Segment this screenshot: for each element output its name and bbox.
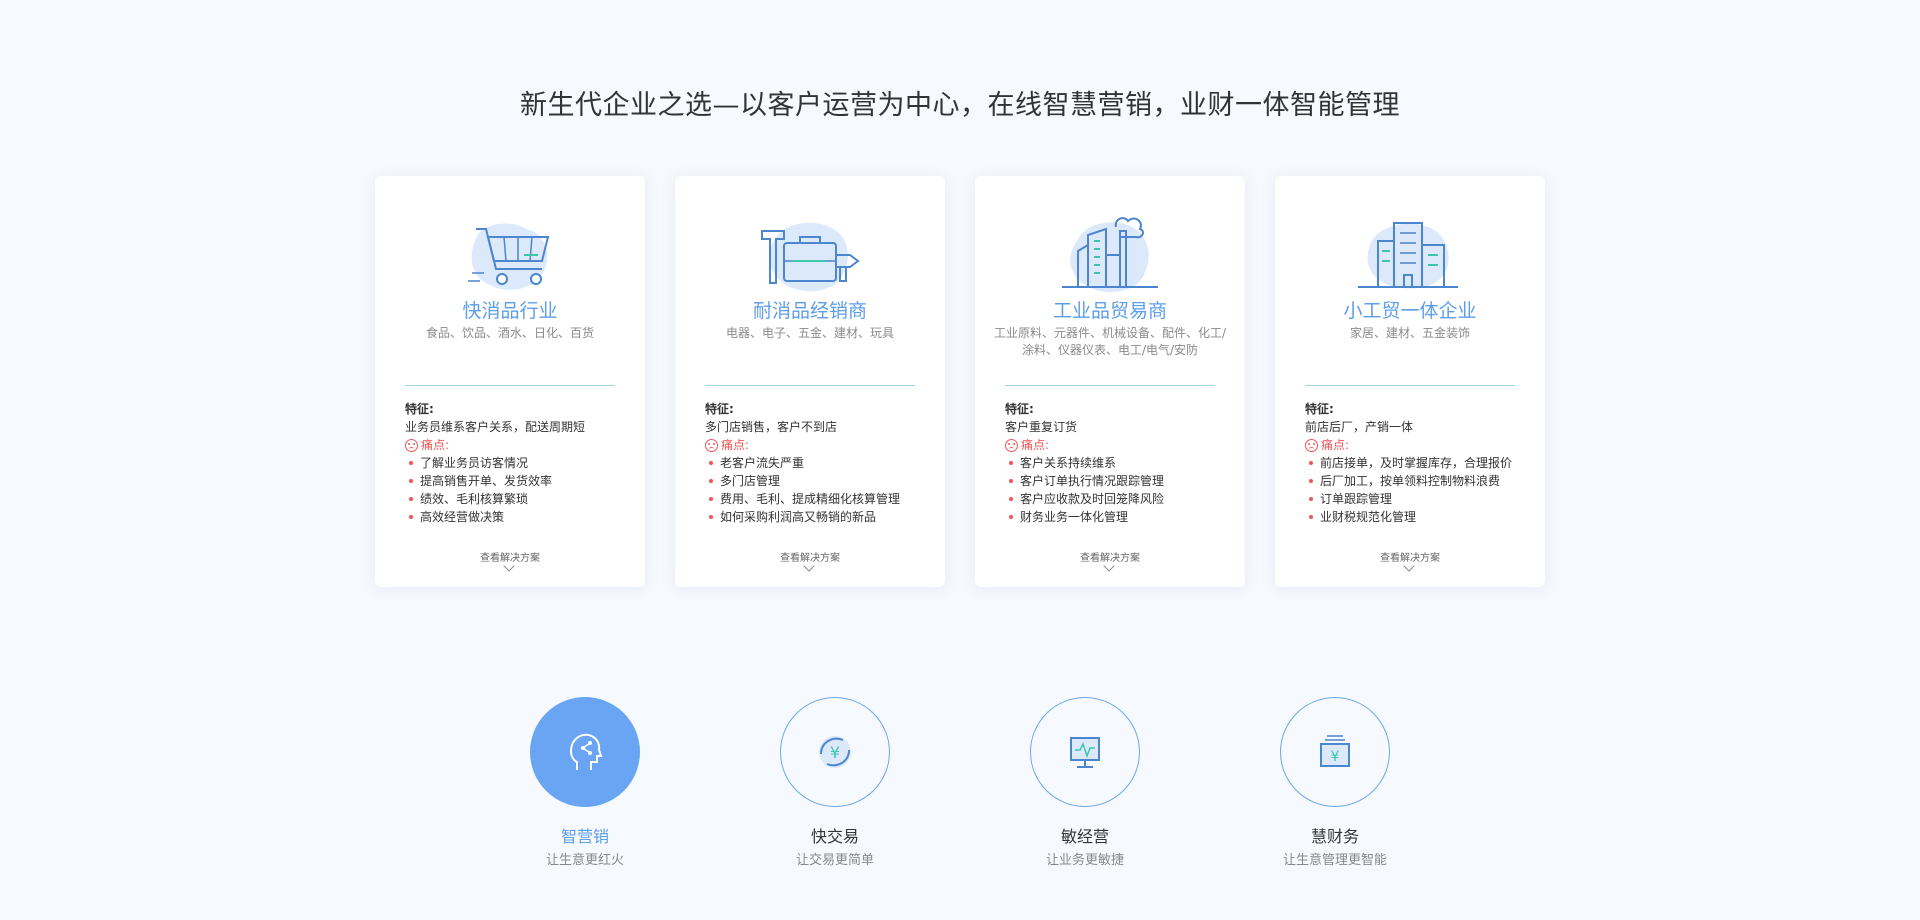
feature-subtitle: 让生意管理更智能 — [1282, 853, 1387, 868]
tools-icon — [761, 222, 860, 292]
pain-item: 如何采购利润高又畅销的新品 — [705, 508, 935, 526]
monitor-pulse-icon — [1070, 737, 1100, 768]
card-divider — [1305, 385, 1515, 386]
svg-text:¥: ¥ — [830, 743, 840, 762]
pain-item: 绩效、毛利核算繁琐 — [405, 490, 635, 508]
card-title: 小工贸一体企业 — [1343, 300, 1477, 322]
svg-text:¥: ¥ — [1331, 749, 1340, 765]
feature-text: 前店后厂，产销一体 — [1305, 420, 1414, 434]
card-divider — [705, 385, 915, 386]
sad-face-icon — [405, 438, 418, 452]
pain-item: 费用、毛利、提成精细化核算管理 — [705, 490, 935, 508]
pain-heading-label: 痛点: — [1021, 438, 1050, 452]
pain-item: 业财税规范化管理 — [1305, 508, 1535, 526]
card-subtitle: 工业原料、元器件、机械设备、配件、化工/涂料、仪器仪表、电工/电气/安防 — [993, 326, 1227, 357]
feature-subtitle: 让生意更红火 — [545, 853, 624, 868]
sad-face-icon — [1305, 438, 1318, 452]
feature-agile-operation[interactable]: 敏经营 让业务更敏捷 — [1000, 697, 1170, 870]
pain-item: 客户应收款及时回笼降风险 — [1005, 490, 1235, 508]
card-title: 快消品行业 — [462, 300, 558, 322]
card-body: 特征: 前店后厂，产销一体 痛点: 前店接单，及时掌握库存，合理报价 后厂加工，… — [1305, 400, 1535, 526]
feature-subtitle: 让交易更简单 — [795, 853, 874, 868]
feature-smart-marketing[interactable]: 智营销 让生意更红火 — [500, 697, 670, 870]
feature-subtitle: 让业务更敏捷 — [1045, 853, 1124, 868]
feature-heading: 特征: — [1305, 402, 1334, 416]
feature-circle[interactable] — [1030, 697, 1140, 807]
pain-heading: 痛点: — [705, 436, 935, 454]
pain-item: 了解业务员访客情况 — [405, 454, 635, 472]
feature-circle[interactable]: ¥ — [1280, 697, 1390, 807]
pain-heading: 痛点: — [1005, 436, 1235, 454]
pain-item: 多门店管理 — [705, 472, 935, 490]
wallet-yuan-icon: ¥ — [1320, 735, 1350, 767]
feature-title: 敏经营 — [1060, 827, 1109, 846]
shopping-cart-icon — [468, 223, 550, 290]
feature-smart-finance[interactable]: ¥ 慧财务 让生意管理更智能 — [1250, 697, 1420, 870]
industry-card-durables: 耐消品经销商 电器、电子、五金、建材、玩具 特征: 多门店销售，客户不到店 痛点… — [675, 176, 945, 587]
card-subtitle: 电器、电子、五金、建材、玩具 — [725, 326, 894, 340]
pain-list: 前店接单，及时掌握库存，合理报价 后厂加工，按单领料控制物料浪费 订单跟踪管理 … — [1305, 454, 1535, 526]
feature-fast-trade[interactable]: ¥ 快交易 让交易更简单 — [750, 697, 920, 870]
pain-item: 高效经营做决策 — [405, 508, 635, 526]
industry-card-fmcg: 快消品行业 食品、饮品、酒水、日化、百货 特征: 业务员维系客户关系，配送周期短… — [375, 176, 645, 587]
pain-item: 客户订单执行情况跟踪管理 — [1005, 472, 1235, 490]
pain-list: 客户关系持续维系 客户订单执行情况跟踪管理 客户应收款及时回笼降风险 财务业务一… — [1005, 454, 1235, 526]
feature-heading: 特征: — [405, 402, 434, 416]
pain-item: 提高销售开单、发货效率 — [405, 472, 635, 490]
feature-text: 客户重复订货 — [1005, 420, 1078, 434]
card-subtitle: 食品、饮品、酒水、日化、百货 — [425, 326, 594, 340]
card-body: 特征: 客户重复订货 痛点: 客户关系持续维系 客户订单执行情况跟踪管理 客户应… — [1005, 400, 1235, 526]
pain-heading-label: 痛点: — [721, 438, 750, 452]
page-headline: 新生代企业之选—以客户运营为中心，在线智慧营销，业财一体智能管理 — [520, 90, 1400, 121]
pain-list: 老客户流失严重 多门店管理 费用、毛利、提成精细化核算管理 如何采购利润高又畅销… — [705, 454, 935, 526]
pain-item: 财务业务一体化管理 — [1005, 508, 1235, 526]
feature-title: 智营销 — [560, 827, 609, 846]
factory-icon — [1062, 217, 1158, 292]
feature-text: 业务员维系客户关系，配送周期短 — [405, 420, 586, 434]
feature-heading: 特征: — [705, 402, 734, 416]
pain-item: 后厂加工，按单领料控制物料浪费 — [1305, 472, 1535, 490]
pain-heading: 痛点: — [1305, 436, 1535, 454]
pain-item: 订单跟踪管理 — [1305, 490, 1535, 508]
card-title: 耐消品经销商 — [752, 300, 867, 322]
card-title: 工业品贸易商 — [1052, 300, 1167, 322]
pain-heading: 痛点: — [405, 436, 635, 454]
industry-card-small-enterprise: 小工贸一体企业 家居、建材、五金装饰 特征: 前店后厂，产销一体 痛点: 前店接… — [1275, 176, 1545, 587]
pain-list: 了解业务员访客情况 提高销售开单、发货效率 绩效、毛利核算繁琐 高效经营做决策 — [405, 454, 635, 526]
feature-title: 快交易 — [810, 827, 859, 846]
feature-circle[interactable] — [530, 697, 640, 807]
feature-title: 慧财务 — [1310, 827, 1359, 846]
card-body: 特征: 业务员维系客户关系，配送周期短 痛点: 了解业务员访客情况 提高销售开单… — [405, 400, 635, 526]
card-body: 特征: 多门店销售，客户不到店 痛点: 老客户流失严重 多门店管理 费用、毛利、… — [705, 400, 935, 526]
card-divider — [405, 385, 615, 386]
pain-heading-label: 痛点: — [1321, 438, 1350, 452]
smart-head-icon — [570, 733, 603, 770]
pain-heading-label: 痛点: — [421, 438, 450, 452]
industry-card-industrial: 工业品贸易商 工业原料、元器件、机械设备、配件、化工/涂料、仪器仪表、电工/电气… — [975, 176, 1245, 587]
building-icon — [1358, 222, 1458, 289]
card-subtitle: 家居、建材、五金装饰 — [1349, 326, 1470, 340]
sad-face-icon — [705, 438, 718, 452]
pain-item: 前店接单，及时掌握库存，合理报价 — [1305, 454, 1535, 472]
sad-face-icon — [1005, 438, 1018, 452]
pain-item: 老客户流失严重 — [705, 454, 935, 472]
card-divider — [1005, 385, 1215, 386]
yuan-exchange-icon: ¥ — [819, 736, 851, 768]
feature-circle[interactable]: ¥ — [780, 697, 890, 807]
feature-text: 多门店销售，客户不到店 — [705, 420, 838, 434]
pain-item: 客户关系持续维系 — [1005, 454, 1235, 472]
feature-heading: 特征: — [1005, 402, 1034, 416]
